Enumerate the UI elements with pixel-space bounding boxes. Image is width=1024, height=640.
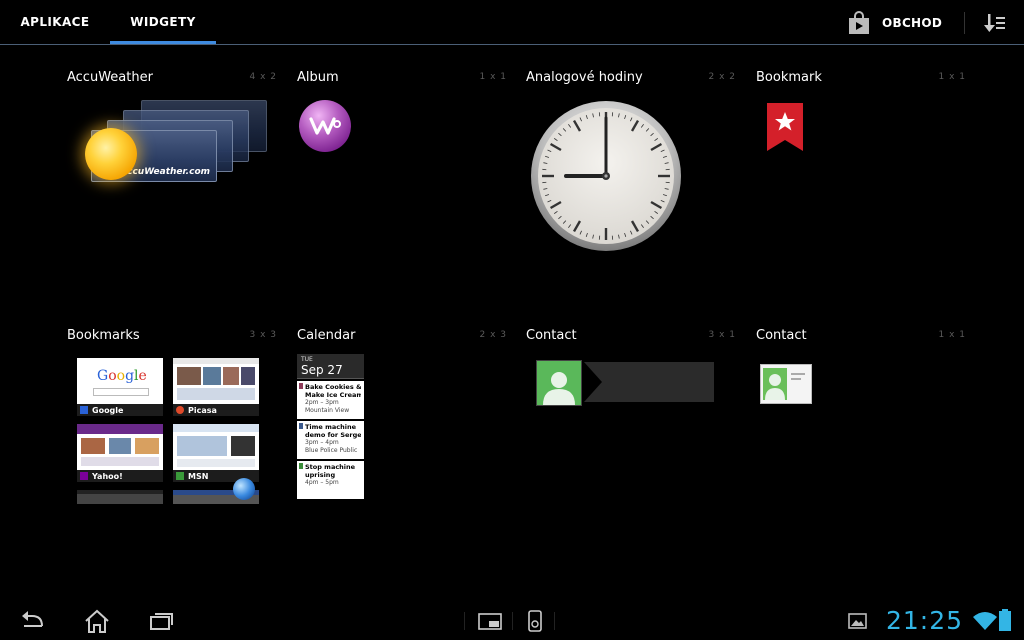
store-label: OBCHOD <box>882 16 943 30</box>
event-time: 3pm – 4pm <box>305 439 339 446</box>
event-time: 2pm – 3pm <box>305 399 339 406</box>
event-title: Bake Cookies & <box>305 383 361 391</box>
bookmark-tile: Yahoo! <box>77 424 163 482</box>
widget-size: 4 x 2 <box>249 72 277 82</box>
gallery-notification-icon <box>848 613 867 629</box>
widget-size: 1 x 1 <box>479 72 507 82</box>
contact-avatar-icon <box>536 360 582 406</box>
event-title: Time machine <box>305 423 357 431</box>
back-icon <box>22 611 43 627</box>
tab-widgets-label: WIDGETY <box>130 15 196 29</box>
accuweather-logo: AccuWeather.com <box>120 167 210 177</box>
home-icon <box>85 609 109 633</box>
event-place: Blue Police Public <box>305 447 358 454</box>
widget-size: 1 x 1 <box>938 330 966 340</box>
widget-size: 3 x 1 <box>708 330 736 340</box>
google-favicon-icon <box>80 406 88 414</box>
bookmark-tile: MSN <box>173 424 259 482</box>
widget-title: Contact <box>526 328 577 343</box>
event-title: Stop machine <box>305 463 356 471</box>
bookmark-label-bar: Picasa <box>173 404 259 416</box>
sort-button[interactable] <box>980 10 1010 36</box>
picasa-favicon-icon <box>176 406 184 414</box>
widget-size: 3 x 3 <box>249 330 277 340</box>
battery-icon <box>999 609 1011 631</box>
globe-icon <box>233 478 255 500</box>
contact-card-icon <box>760 364 812 404</box>
widget-preview: Google Google Picasa Yahoo! MSN <box>77 358 267 508</box>
widget-size: 1 x 1 <box>938 72 966 82</box>
analog-clock-icon <box>531 101 681 251</box>
google-logo: Google <box>97 368 147 384</box>
contact-name-panel <box>584 362 714 402</box>
store-button[interactable]: OBCHOD <box>848 10 942 36</box>
bookmark-name: Google <box>92 405 124 415</box>
sun-icon <box>85 128 137 180</box>
sort-menu-icon <box>984 14 1005 32</box>
calendar-date: Sep 27 <box>301 363 343 377</box>
divider <box>964 12 965 34</box>
widget-preview <box>530 100 682 256</box>
divider <box>464 612 465 630</box>
calendar-header: TUE Sep 27 <box>297 354 364 379</box>
widget-title: AccuWeather <box>67 70 153 85</box>
contact-panel-notch <box>584 362 602 402</box>
notification-area[interactable] <box>846 608 876 634</box>
widget-title: Analogové hodiny <box>526 70 643 85</box>
screen-compat-button[interactable] <box>475 608 505 634</box>
walkman-icon <box>299 100 351 152</box>
tab-apps-label: APLIKACE <box>20 15 90 29</box>
bookmark-name: Yahoo! <box>92 471 123 481</box>
yahoo-favicon-icon <box>80 472 88 480</box>
calendar-event: Bake Cookies & Make Ice Cream 2pm – 3pm … <box>297 381 364 419</box>
system-bar: 21:25 <box>0 600 1024 640</box>
bookmark-name: Picasa <box>188 405 217 415</box>
bookmark-label-bar: Google <box>77 404 163 416</box>
widget-title: Contact <box>756 328 807 343</box>
widget-size: 2 x 2 <box>708 72 736 82</box>
status-clock[interactable]: 21:25 <box>886 606 963 635</box>
msn-favicon-icon <box>176 472 184 480</box>
walkman-device-icon <box>528 610 542 632</box>
action-bar: APLIKACE WIDGETY OBCHOD <box>0 0 1024 46</box>
event-time: 4pm – 5pm <box>305 479 339 486</box>
screenshot-button[interactable] <box>520 608 550 634</box>
widget-title: Calendar <box>297 328 356 343</box>
screen-mode-icon <box>478 613 502 630</box>
widget-size: 2 x 3 <box>479 330 507 340</box>
bookmark-name: MSN <box>188 471 209 481</box>
widget-preview <box>526 354 736 414</box>
action-bar-divider <box>0 44 1024 45</box>
bookmark-tile: Google Google <box>77 358 163 416</box>
calendar-preview: TUE Sep 27 Bake Cookies & Make Ice Cream… <box>297 354 364 499</box>
widget-title: Bookmarks <box>67 328 140 343</box>
bookmark-star-icon <box>767 103 803 151</box>
bookmark-label-bar: Yahoo! <box>77 470 163 482</box>
recent-apps-button[interactable] <box>146 608 176 634</box>
home-button[interactable] <box>82 608 112 634</box>
widget-drawer-screen: APLIKACE WIDGETY OBCHOD AccuWeather 4 x … <box>0 0 1024 640</box>
divider <box>512 612 513 630</box>
tab-apps[interactable]: APLIKACE <box>0 0 110 44</box>
bookmark-tile: Picasa <box>173 358 259 416</box>
event-place: Mountain View <box>305 407 350 414</box>
widget-title: Bookmark <box>756 70 822 85</box>
calendar-event: Stop machine uprising 4pm – 5pm <box>297 461 364 499</box>
back-button[interactable] <box>18 608 48 634</box>
event-title-line2: Make Ice Cream <box>305 391 361 399</box>
recent-apps-icon <box>150 613 173 630</box>
wifi-icon <box>973 612 997 630</box>
shopping-bag-icon <box>849 11 869 34</box>
calendar-event: Time machine demo for Sergey 3pm – 4pm B… <box>297 421 364 459</box>
event-title-line2: demo for Sergey <box>305 431 361 439</box>
widget-title: Album <box>297 70 339 85</box>
tab-widgets[interactable]: WIDGETY <box>110 0 216 44</box>
divider <box>554 612 555 630</box>
widget-preview: AccuWeather.com <box>67 96 277 196</box>
event-title-line2: uprising <box>305 471 336 479</box>
bookmark-tile <box>77 490 163 504</box>
